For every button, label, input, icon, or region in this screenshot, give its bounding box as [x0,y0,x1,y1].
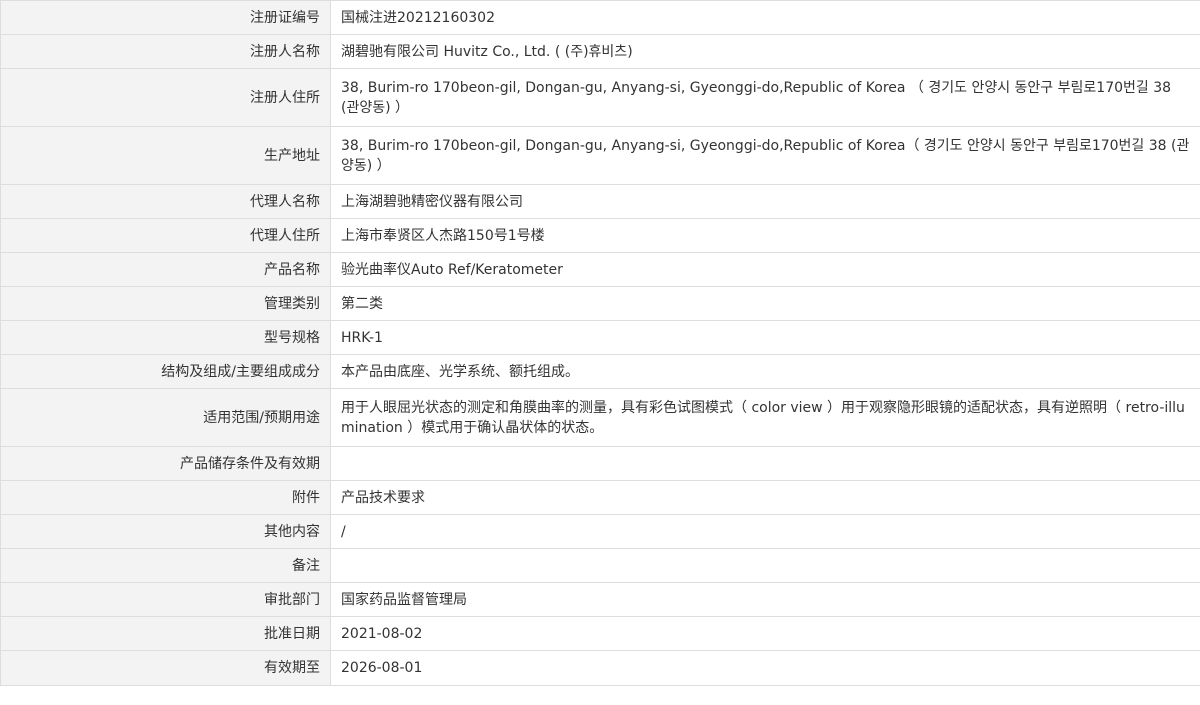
field-value: 2021-08-02 [330,616,1200,651]
row-structure-composition: 结构及组成/主要组成成分 本产品由底座、光学系统、额托组成。 [0,354,1200,389]
field-label: 注册人名称 [0,34,331,69]
row-agent-address: 代理人住所 上海市奉贤区人杰路150号1号楼 [0,218,1200,253]
row-model-spec: 型号规格 HRK-1 [0,320,1200,355]
row-intended-use: 适用范围/预期用途 用于人眼屈光状态的测定和角膜曲率的测量，具有彩色试图模式（ … [0,388,1200,447]
field-value: 国家药品监督管理局 [330,582,1200,617]
field-value [330,446,1200,481]
field-label: 产品储存条件及有效期 [0,446,331,481]
field-value: 用于人眼屈光状态的测定和角膜曲率的测量，具有彩色试图模式（ color view… [330,388,1200,447]
field-value: 上海市奉贤区人杰路150号1号楼 [330,218,1200,253]
field-label: 批准日期 [0,616,331,651]
field-value: 湖碧驰有限公司 Huvitz Co., Ltd. ( (주)휴비츠) [330,34,1200,69]
row-remarks: 备注 [0,548,1200,583]
field-label: 结构及组成/主要组成成分 [0,354,331,389]
registration-info-table: 注册证编号 国械注进20212160302 注册人名称 湖碧驰有限公司 Huvi… [0,0,1200,686]
field-label: 注册人住所 [0,68,331,127]
field-label: 管理类别 [0,286,331,321]
row-approval-department: 审批部门 国家药品监督管理局 [0,582,1200,617]
field-label: 有效期至 [0,650,331,686]
field-label: 审批部门 [0,582,331,617]
field-label: 生产地址 [0,126,331,185]
row-approval-date: 批准日期 2021-08-02 [0,616,1200,651]
row-product-name: 产品名称 验光曲率仪Auto Ref/Keratometer [0,252,1200,287]
row-attachment: 附件 产品技术要求 [0,480,1200,515]
field-value: HRK-1 [330,320,1200,355]
field-value: 上海湖碧驰精密仪器有限公司 [330,184,1200,219]
field-label: 附件 [0,480,331,515]
field-value: 验光曲率仪Auto Ref/Keratometer [330,252,1200,287]
row-valid-until: 有效期至 2026-08-01 [0,650,1200,686]
row-production-address: 生产地址 38, Burim-ro 170beon-gil, Dongan-gu… [0,126,1200,185]
field-value: / [330,514,1200,549]
row-other-content: 其他内容 / [0,514,1200,549]
field-value: 2026-08-01 [330,650,1200,686]
field-value: 产品技术要求 [330,480,1200,515]
field-value: 国械注进20212160302 [330,0,1200,35]
field-value: 38, Burim-ro 170beon-gil, Dongan-gu, Any… [330,126,1200,185]
row-registrant-address: 注册人住所 38, Burim-ro 170beon-gil, Dongan-g… [0,68,1200,127]
field-label: 产品名称 [0,252,331,287]
field-value: 38, Burim-ro 170beon-gil, Dongan-gu, Any… [330,68,1200,127]
field-label: 适用范围/预期用途 [0,388,331,447]
row-registration-number: 注册证编号 国械注进20212160302 [0,0,1200,35]
field-label: 备注 [0,548,331,583]
field-value: 本产品由底座、光学系统、额托组成。 [330,354,1200,389]
field-label: 代理人名称 [0,184,331,219]
field-value: 第二类 [330,286,1200,321]
row-storage-conditions: 产品储存条件及有效期 [0,446,1200,481]
field-label: 注册证编号 [0,0,331,35]
row-agent-name: 代理人名称 上海湖碧驰精密仪器有限公司 [0,184,1200,219]
field-value [330,548,1200,583]
field-label: 代理人住所 [0,218,331,253]
field-label: 其他内容 [0,514,331,549]
field-label: 型号规格 [0,320,331,355]
row-registrant-name: 注册人名称 湖碧驰有限公司 Huvitz Co., Ltd. ( (주)휴비츠) [0,34,1200,69]
row-management-category: 管理类别 第二类 [0,286,1200,321]
